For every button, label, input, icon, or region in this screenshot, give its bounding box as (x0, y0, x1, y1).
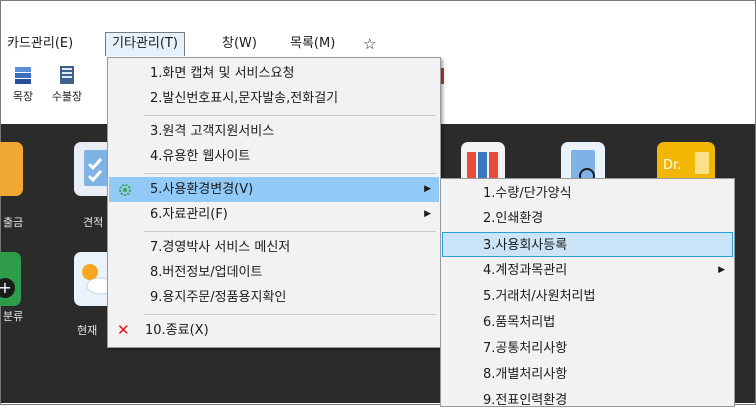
menu-item-label: 1.화면 캡쳐 및 서비스요청 (150, 66, 295, 81)
submenu-item-print-environment[interactable]: 2.인쇄환경 (442, 206, 733, 231)
submenu-item-individual-matters[interactable]: 8.개별처리사항 (442, 362, 733, 387)
menu-item-remote-support[interactable]: 3.원격 고객지원서비스 (109, 119, 439, 144)
menu-item-useful-websites[interactable]: 4.유용한 웹사이트 (109, 144, 439, 169)
calculator-icon (695, 152, 709, 174)
toolbar-ledger-label: 목장 (12, 90, 34, 103)
menu-card-management[interactable]: 카드관리(E) (1, 32, 79, 56)
menu-item-label: 10.종료(X) (145, 323, 209, 338)
menu-list[interactable]: 목록(M) (284, 32, 341, 56)
menu-item-label: 6.자료관리(F) (150, 207, 228, 222)
submenu-item-label: 8.개별처리사항 (483, 367, 568, 382)
submenu-arrow-icon: ▶ (424, 209, 431, 219)
menu-item-messenger[interactable]: 7.경영박사 서비스 메신저 (109, 235, 439, 260)
menu-item-caller-id[interactable]: 2.발신번호표시,문자발송,전화걸기 (109, 86, 439, 111)
submenu-item-label: 1.수량/단가양식 (483, 186, 572, 201)
menu-item-label: 5.사용환경변경(V) (150, 182, 254, 197)
classification-tile-icon[interactable]: + (0, 252, 21, 306)
submenu-item-voucher-input[interactable]: 9.전표인력환경 (442, 388, 733, 413)
menu-item-label: 4.유용한 웹사이트 (150, 149, 251, 164)
submenu-item-label: 3.사용회사등록 (483, 238, 568, 253)
menu-item-label: 7.경영박사 서비스 메신저 (150, 240, 291, 255)
submenu-arrow-icon: ▶ (718, 265, 725, 275)
submenu-item-label: 6.품목처리법 (483, 315, 556, 330)
submenu-item-quantity-price-format[interactable]: 1.수량/단가양식 (442, 181, 733, 206)
inventory-book-icon (60, 66, 74, 84)
toolbar-inventory-button[interactable]: 수불장 (45, 60, 89, 120)
withdrawal-label: 출금 (3, 216, 24, 229)
submenu-item-label: 9.전표인력환경 (483, 393, 568, 408)
menu-item-exit[interactable]: ✕ 10.종료(X) (109, 318, 439, 343)
toolbar-inventory-label: 수불장 (51, 90, 83, 103)
menu-item-label: 9.용지주문/정품용지확인 (150, 290, 287, 305)
environment-submenu: 1.수량/단가양식 2.인쇄환경 3.사용회사등록 4.계정과목관리 ▶ 5.거… (440, 178, 735, 408)
submenu-item-label: 7.공통처리사항 (483, 341, 568, 356)
submenu-item-company-registration[interactable]: 3.사용회사등록 (442, 232, 733, 257)
gear-icon (118, 177, 132, 202)
menu-item-environment-settings[interactable]: 5.사용환경변경(V) ▶ (109, 177, 439, 202)
menu-item-screen-capture[interactable]: 1.화면 캡쳐 및 서비스요청 (109, 61, 439, 86)
submenu-item-product-handling[interactable]: 6.품목처리법 (442, 310, 733, 335)
misc-management-menu: 1.화면 캡쳐 및 서비스요청 2.발신번호표시,문자발송,전화걸기 3.원격 … (107, 57, 441, 348)
menu-item-data-management[interactable]: 6.자료관리(F) ▶ (109, 202, 439, 227)
menu-window[interactable]: 창(W) (216, 32, 263, 56)
favorite-star-icon[interactable]: ☆ (357, 32, 382, 56)
menu-separator (144, 231, 436, 232)
withdrawal-tile-icon[interactable] (0, 142, 23, 196)
menu-misc-management[interactable]: 기타관리(T) (105, 32, 185, 57)
submenu-item-client-staff[interactable]: 5.거래처/사원처리법 (442, 284, 733, 309)
submenu-item-label: 5.거래처/사원처리법 (483, 289, 596, 304)
plus-circle-icon: + (0, 278, 15, 298)
menu-separator (144, 115, 436, 116)
menu-item-paper-order[interactable]: 9.용지주문/정품용지확인 (109, 285, 439, 310)
menu-item-label: 2.발신번호표시,문자발송,전화걸기 (150, 91, 339, 106)
menu-item-label: 3.원격 고객지원서비스 (150, 124, 275, 139)
menu-separator (144, 314, 436, 315)
menu-bar: 카드관리(E) 기타관리(T) 창(W) 목록(M) ☆ (1, 32, 755, 57)
submenu-item-label: 4.계정과목관리 (483, 263, 568, 278)
submenu-item-account-management[interactable]: 4.계정과목관리 ▶ (442, 258, 733, 283)
submenu-item-label: 2.인쇄환경 (483, 211, 544, 226)
submenu-arrow-icon: ▶ (424, 184, 431, 194)
ledger-icon (15, 67, 31, 84)
classification-label: 분류 (3, 310, 24, 323)
estimate-label: 견적 (83, 216, 104, 229)
title-bar (1, 1, 755, 32)
close-x-icon: ✕ (117, 321, 130, 339)
toolbar-ledger-button[interactable]: 목장 (1, 60, 45, 120)
submenu-item-common-matters[interactable]: 7.공통처리사항 (442, 336, 733, 361)
menu-item-label: 8.버전정보/업데이트 (150, 265, 263, 280)
dr-label: Dr. (663, 158, 682, 173)
menu-item-version-update[interactable]: 8.버전정보/업데이트 (109, 260, 439, 285)
menu-separator (144, 173, 436, 174)
current-label: 현재 (77, 324, 98, 337)
